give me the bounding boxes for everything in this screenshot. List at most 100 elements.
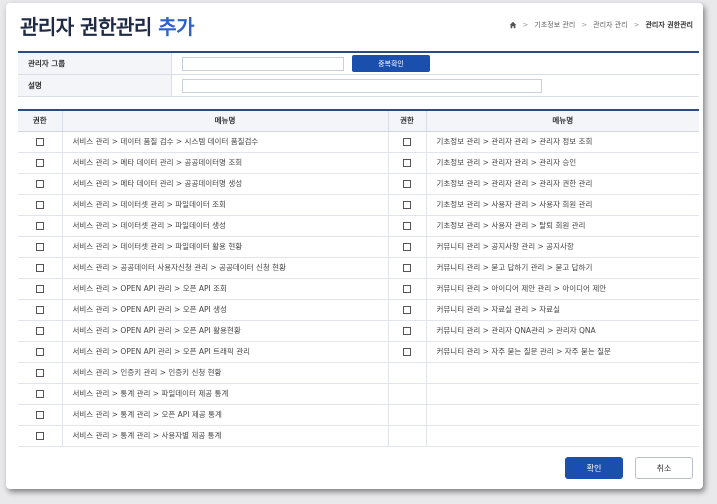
page-header: 관리자 권한관리 추가 > 기초정보 관리 > 관리자 관리 > 관리자 권한관… — [20, 11, 693, 41]
menu-name-cell: 서비스 관리 > OPEN API 관리 > 오픈 API 생성 — [62, 299, 389, 321]
home-icon[interactable] — [509, 21, 517, 29]
menu-name-cell: 서비스 관리 > 통계 관리 > 사용자별 제공 통계 — [62, 425, 389, 447]
permission-add-panel: 관리자 권한관리 추가 > 기초정보 관리 > 관리자 관리 > 관리자 권한관… — [6, 3, 703, 489]
permission-checkbox[interactable] — [35, 264, 44, 272]
table-row: 서비스 관리 > 공공데이터 사용자신청 관리 > 공공데이터 신청 현황 커뮤니… — [18, 257, 699, 279]
menu-name-cell: 서비스 관리 > 통계 관리 > 오픈 API 제공 통계 — [62, 404, 389, 426]
menu-name-cell: 서비스 관리 > 메타 데이터 관리 > 공공데이터명 생성 — [62, 173, 389, 195]
permission-checkbox[interactable] — [403, 180, 411, 188]
permission-cell — [18, 131, 63, 153]
table-row: 서비스 관리 > 데이터셋 관리 > 파일데이터 활용 현황 커뮤니티 관리 > … — [18, 236, 699, 258]
table-row: 서비스 관리 > 메타 데이터 관리 > 공공데이터명 생성 기초정보 관리 > … — [18, 173, 699, 195]
permission-checkbox[interactable] — [35, 348, 44, 356]
permission-cell — [388, 236, 427, 258]
table-row: 서비스 관리 > OPEN API 관리 > 오픈 API 트래픽 관리 커뮤니티… — [18, 341, 699, 363]
permission-cell — [388, 131, 427, 153]
permission-checkbox[interactable] — [35, 180, 44, 188]
description-input[interactable] — [182, 78, 542, 93]
form-row-description: 설명 — [18, 75, 699, 97]
group-label: 관리자 그룹 — [18, 53, 172, 74]
menu-name-cell: 서비스 관리 > 데이터셋 관리 > 파일데이터 활용 현황 — [62, 236, 389, 258]
confirm-button[interactable]: 확인 — [565, 457, 623, 479]
permission-checkbox[interactable] — [35, 159, 44, 167]
group-form: 관리자 그룹 중복확인 설명 — [18, 51, 699, 97]
duplicate-check-button[interactable]: 중복확인 — [352, 55, 430, 72]
menu-name-cell: 커뮤니티 관리 > 공지사항 관리 > 공지사항 — [426, 236, 699, 258]
permission-checkbox[interactable] — [403, 201, 411, 209]
permission-cell — [388, 404, 427, 426]
table-row: 서비스 관리 > 데이터 품질 검수 > 시스템 데이터 품질검수 기초정보 관리… — [18, 131, 699, 153]
table-row: 서비스 관리 > OPEN API 관리 > 오픈 API 활용현황 커뮤니티 관… — [18, 320, 699, 342]
description-value-cell — [172, 75, 699, 96]
permission-cell — [388, 425, 427, 447]
cancel-button[interactable]: 취소 — [635, 457, 693, 479]
permission-checkbox[interactable] — [35, 222, 44, 230]
permission-cell — [18, 404, 63, 426]
table-row: 서비스 관리 > 인증키 관리 > 인증키 신청 현황 — [18, 362, 699, 384]
menu-name-cell — [426, 362, 699, 384]
table-row: 서비스 관리 > 통계 관리 > 사용자별 제공 통계 — [18, 425, 699, 447]
permission-checkbox[interactable] — [35, 369, 44, 377]
permission-checkbox[interactable] — [403, 243, 411, 251]
menu-name-cell: 서비스 관리 > 통계 관리 > 파일데이터 제공 통계 — [62, 383, 389, 405]
permission-checkbox[interactable] — [35, 285, 44, 293]
menu-name-cell — [426, 404, 699, 426]
menu-name-cell: 서비스 관리 > 인증키 관리 > 인증키 신청 현황 — [62, 362, 389, 384]
permission-checkbox[interactable] — [403, 222, 411, 230]
menu-name-cell: 서비스 관리 > OPEN API 관리 > 오픈 API 조회 — [62, 278, 389, 300]
page-title-main: 관리자 권한관리 — [20, 15, 152, 39]
permission-cell — [388, 152, 427, 174]
menu-name-cell: 기초정보 관리 > 사용자 관리 > 탈퇴 회원 관리 — [426, 215, 699, 237]
permission-cell — [388, 278, 427, 300]
permission-checkbox[interactable] — [403, 327, 411, 335]
table-row: 서비스 관리 > 메타 데이터 관리 > 공공데이터명 조회 기초정보 관리 > … — [18, 152, 699, 174]
permission-cell — [18, 362, 63, 384]
permission-checkbox[interactable] — [35, 411, 44, 419]
permission-checkbox[interactable] — [35, 327, 44, 335]
menu-name-cell: 서비스 관리 > 데이터셋 관리 > 파일데이터 조회 — [62, 194, 389, 216]
permission-checkbox[interactable] — [35, 390, 44, 398]
permission-checkbox[interactable] — [403, 306, 411, 314]
menu-name-cell: 커뮤니티 관리 > 관리자 QNA관리 > 관리자 QNA — [426, 320, 699, 342]
permission-cell — [388, 320, 427, 342]
menu-name-cell — [426, 425, 699, 447]
permission-cell — [18, 278, 63, 300]
group-name-input[interactable] — [182, 56, 344, 71]
permission-checkbox[interactable] — [403, 138, 411, 146]
permission-checkbox[interactable] — [403, 348, 411, 356]
breadcrumb-separator: > — [522, 21, 529, 29]
menu-name-cell: 커뮤니티 관리 > 아이디어 제안 관리 > 아이디어 제안 — [426, 278, 699, 300]
permission-cell — [18, 320, 63, 342]
column-header-menu: 메뉴명 — [62, 110, 389, 132]
permission-checkbox[interactable] — [403, 285, 411, 293]
form-row-group: 관리자 그룹 중복확인 — [18, 53, 699, 75]
menu-name-cell — [426, 383, 699, 405]
table-row: 서비스 관리 > OPEN API 관리 > 오픈 API 생성 커뮤니티 관리 … — [18, 299, 699, 321]
permission-cell — [18, 215, 63, 237]
breadcrumb-separator: > — [633, 21, 640, 29]
permission-cell — [388, 257, 427, 279]
table-row: 서비스 관리 > 데이터셋 관리 > 파일데이터 조회 기초정보 관리 > 사용자… — [18, 194, 699, 216]
permission-table-body: 서비스 관리 > 데이터 품질 검수 > 시스템 데이터 품질검수 기초정보 관리… — [18, 131, 699, 447]
permission-cell — [18, 152, 63, 174]
permission-checkbox[interactable] — [403, 264, 411, 272]
breadcrumb-item[interactable]: 관리자 관리 — [593, 20, 627, 30]
menu-name-cell: 서비스 관리 > 공공데이터 사용자신청 관리 > 공공데이터 신청 현황 — [62, 257, 389, 279]
menu-name-cell: 기초정보 관리 > 관리자 관리 > 관리자 권한 관리 — [426, 173, 699, 195]
permission-checkbox[interactable] — [35, 243, 44, 251]
permission-checkbox[interactable] — [35, 201, 44, 209]
permission-checkbox[interactable] — [35, 306, 44, 314]
permission-checkbox[interactable] — [35, 138, 44, 146]
table-row: 서비스 관리 > 통계 관리 > 오픈 API 제공 통계 — [18, 404, 699, 426]
breadcrumb-item[interactable]: 기초정보 관리 — [534, 20, 575, 30]
permission-cell — [388, 362, 427, 384]
permission-cell — [18, 257, 63, 279]
permission-checkbox[interactable] — [403, 159, 411, 167]
page-title-accent: 추가 — [158, 15, 195, 39]
permission-checkbox[interactable] — [35, 432, 44, 440]
menu-name-cell: 기초정보 관리 > 관리자 관리 > 관리자 정보 조회 — [426, 131, 699, 153]
permission-table: 권한 메뉴명 권한 메뉴명 서비스 관리 > 데이터 품질 검수 > 시스템 데… — [18, 109, 699, 447]
menu-name-cell: 서비스 관리 > OPEN API 관리 > 오픈 API 활용현황 — [62, 320, 389, 342]
menu-name-cell: 서비스 관리 > OPEN API 관리 > 오픈 API 트래픽 관리 — [62, 341, 389, 363]
permission-cell — [18, 299, 63, 321]
